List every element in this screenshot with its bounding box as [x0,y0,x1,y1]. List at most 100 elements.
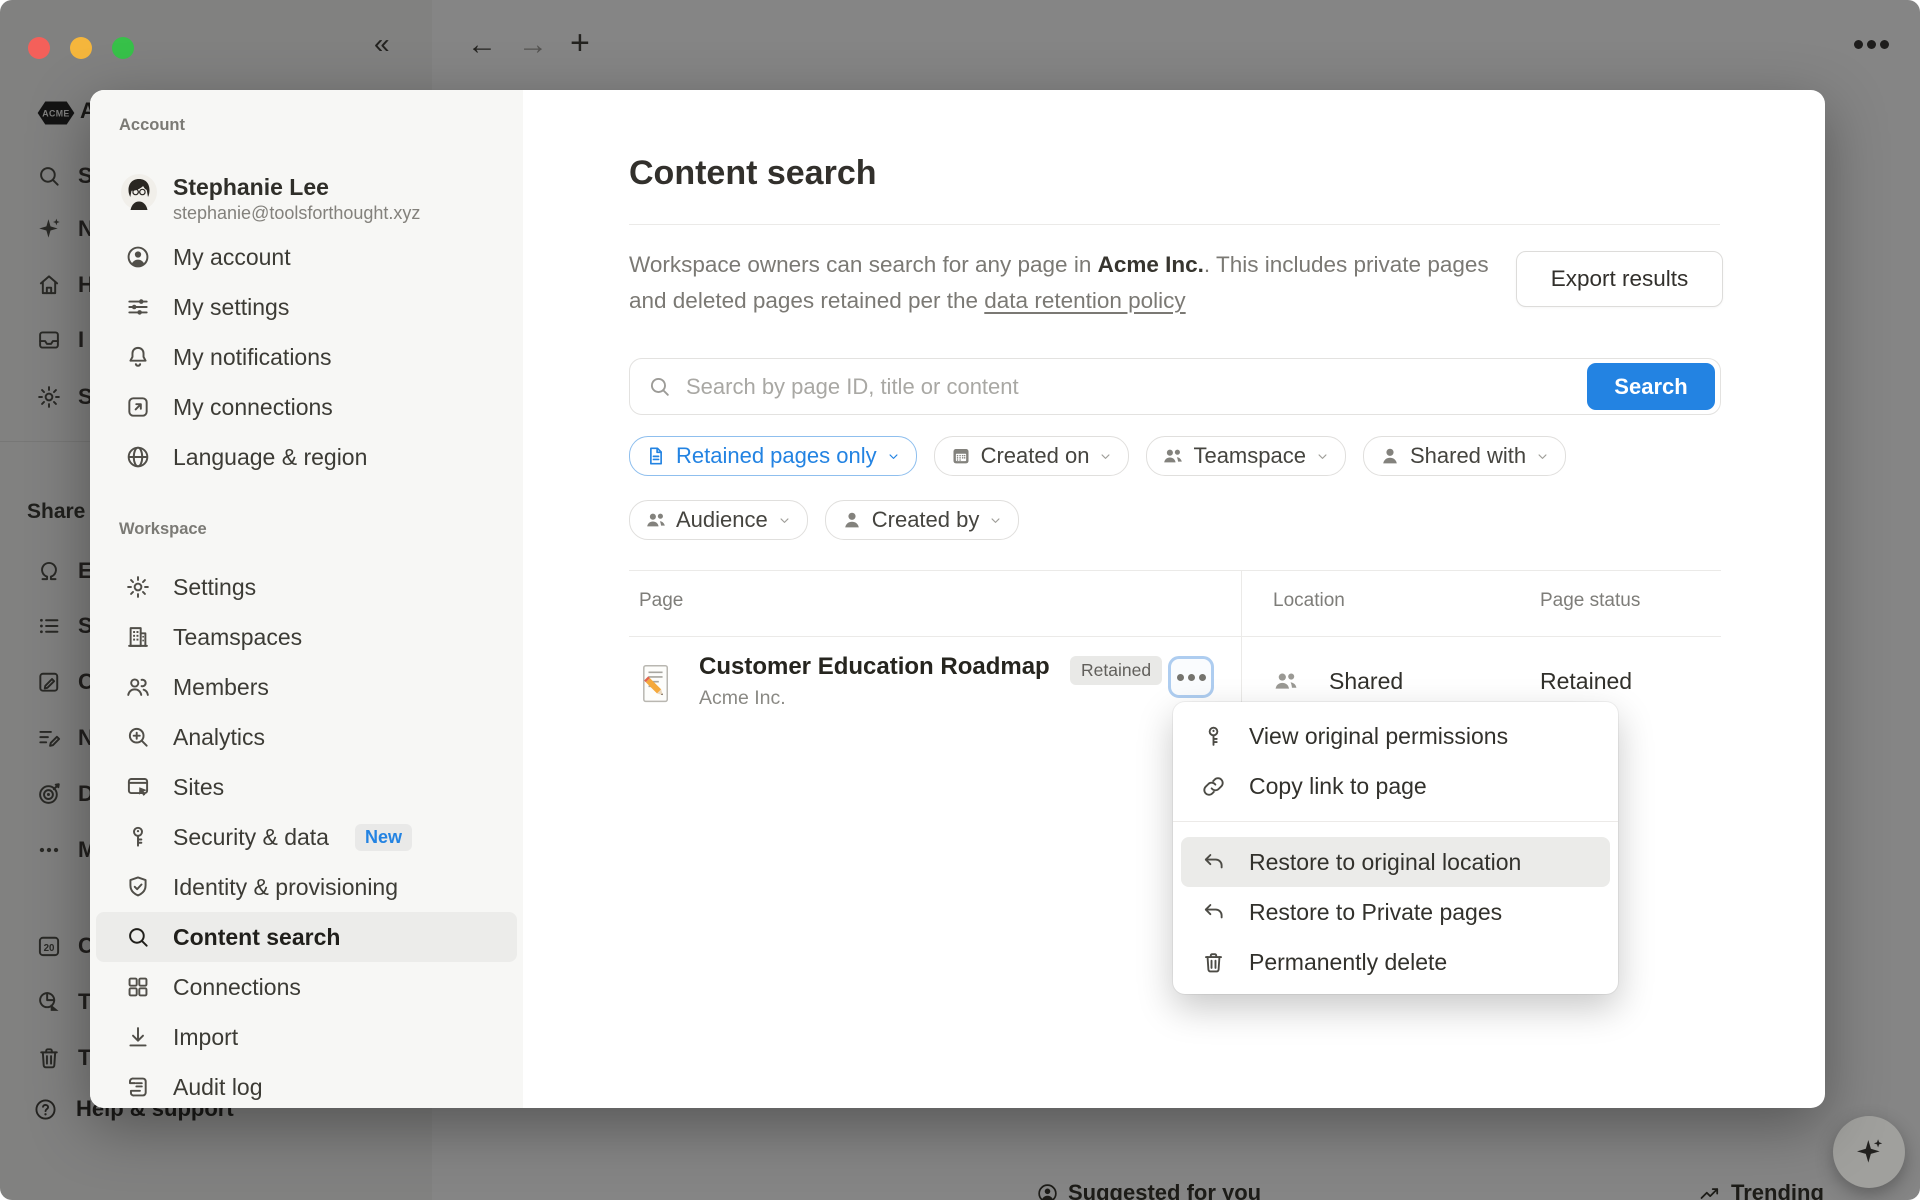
menu-item-copy-link[interactable]: Copy link to page [1173,761,1618,811]
menu-item-restore-private-pages[interactable]: Restore to Private pages [1173,887,1618,937]
filter-created-by[interactable]: Created by [825,500,1020,540]
account-user: Stephanie Lee stephanie@toolsforthought.… [121,174,420,226]
retained-badge: Retained [1070,656,1162,685]
account-section-label: Account [119,116,185,135]
download-icon [125,1024,151,1050]
filter-retained-pages-only[interactable]: Retained pages only [629,436,917,476]
search-bar: Search [629,358,1721,415]
data-retention-policy-link[interactable]: data retention policy [984,288,1185,313]
sidebar-item-my-connections[interactable]: My connections [90,382,523,432]
user-name: Stephanie Lee [173,174,420,201]
sidebar-item-identity-provisioning[interactable]: Identity & provisioning [90,862,523,912]
menu-divider [1173,821,1618,822]
building-icon [125,624,151,650]
chevron-down-icon [1098,449,1113,464]
close-window-button[interactable] [28,37,50,59]
shield-check-icon [125,874,151,900]
traffic-lights [28,37,134,59]
grid-icon [125,974,151,1000]
menu-item-permanently-delete[interactable]: Permanently delete [1173,937,1618,987]
bell-icon [125,344,151,370]
filter-audience[interactable]: Audience [629,500,808,540]
sidebar-item-my-settings[interactable]: My settings [90,282,523,332]
document-icon [645,445,667,467]
person-icon [841,509,863,531]
globe-icon [125,444,151,470]
search-button[interactable]: Search [1587,363,1715,410]
sidebar-item-members[interactable]: Members [90,662,523,712]
filter-row-1: Retained pages only Created on Teamspace… [629,436,1566,476]
memo-page-icon [641,663,671,705]
shared-people-icon [1273,668,1299,694]
chevron-down-icon [1535,449,1550,464]
search-icon [125,924,151,950]
sidebar-item-security-data[interactable]: Security & dataNew [90,812,523,862]
arrow-out-box-icon [125,394,151,420]
sidebar-item-teamspaces[interactable]: Teamspaces [90,612,523,662]
row-actions-button[interactable] [1168,656,1214,698]
filter-teamspace[interactable]: Teamspace [1146,436,1346,476]
scroll-icon [125,1074,151,1100]
person-circle-icon [125,244,151,270]
workspace-section-label: Workspace [119,520,207,539]
filter-shared-with[interactable]: Shared with [1363,436,1566,476]
minimize-window-button[interactable] [70,37,92,59]
new-badge: New [355,824,412,851]
calendar-icon [950,445,972,467]
settings-sidebar: Account Stephanie Lee stephanie@toolsfor… [90,90,523,1108]
people-icon [1162,445,1184,467]
sidebar-item-sites[interactable]: Sites [90,762,523,812]
page-row-title[interactable]: Customer Education Roadmap [699,652,1050,682]
sidebar-item-audit-log[interactable]: Audit log [90,1062,523,1108]
sidebar-item-my-notifications[interactable]: My notifications [90,332,523,382]
column-header-status: Page status [1540,590,1640,612]
avatar [121,174,157,210]
chevron-down-icon [988,513,1003,528]
sidebar-item-content-search[interactable]: Content search [96,912,517,962]
row-location: Shared [1329,666,1403,696]
menu-item-restore-original-location[interactable]: Restore to original location [1181,837,1610,887]
zoom-window-button[interactable] [112,37,134,59]
workspace-name: Acme Inc. [1098,252,1204,277]
sidebar-item-settings[interactable]: Settings [90,562,523,612]
user-email: stephanie@toolsforthought.xyz [173,201,420,226]
link-icon [1201,774,1226,799]
row-actions-menu: View original permissions Copy link to p… [1173,702,1618,994]
page-title: Content search [629,154,877,194]
sidebar-item-my-account[interactable]: My account [90,232,523,282]
app-window: A S N H I S Share E S C N D M C T T Help… [0,0,1920,1200]
undo-icon [1201,900,1226,925]
magnifier-plus-icon [125,724,151,750]
chevron-down-icon [886,449,901,464]
notion-ai-button[interactable] [1833,1116,1905,1188]
sidebar-item-language-region[interactable]: Language & region [90,432,523,482]
menu-item-view-original-permissions[interactable]: View original permissions [1173,711,1618,761]
chevron-down-icon [1315,449,1330,464]
table-header-border [629,636,1721,637]
search-icon [647,374,672,399]
filter-row-2: Audience Created by [629,500,1019,540]
chevron-down-icon [777,513,792,528]
browser-cursor-icon [125,774,151,800]
people-icon [645,509,667,531]
trash-icon [1201,950,1226,975]
export-results-button[interactable]: Export results [1516,251,1723,307]
gear-icon [125,574,151,600]
content-search-input[interactable] [684,373,1720,401]
title-divider [629,224,1720,225]
sidebar-item-analytics[interactable]: Analytics [90,712,523,762]
undo-icon [1201,850,1226,875]
page-row-workspace: Acme Inc. [699,686,786,711]
person-icon [1379,445,1401,467]
column-header-page: Page [639,590,683,612]
sidebar-item-connections[interactable]: Connections [90,962,523,1012]
row-status: Retained [1540,666,1632,696]
filter-created-on[interactable]: Created on [934,436,1130,476]
sliders-icon [125,294,151,320]
column-header-location: Location [1273,590,1345,612]
key-icon [1201,724,1226,749]
sidebar-item-import[interactable]: Import [90,1012,523,1062]
people-icon [125,674,151,700]
page-description: Workspace owners can search for any page… [629,247,1489,319]
sparkle-icon [1853,1136,1885,1168]
